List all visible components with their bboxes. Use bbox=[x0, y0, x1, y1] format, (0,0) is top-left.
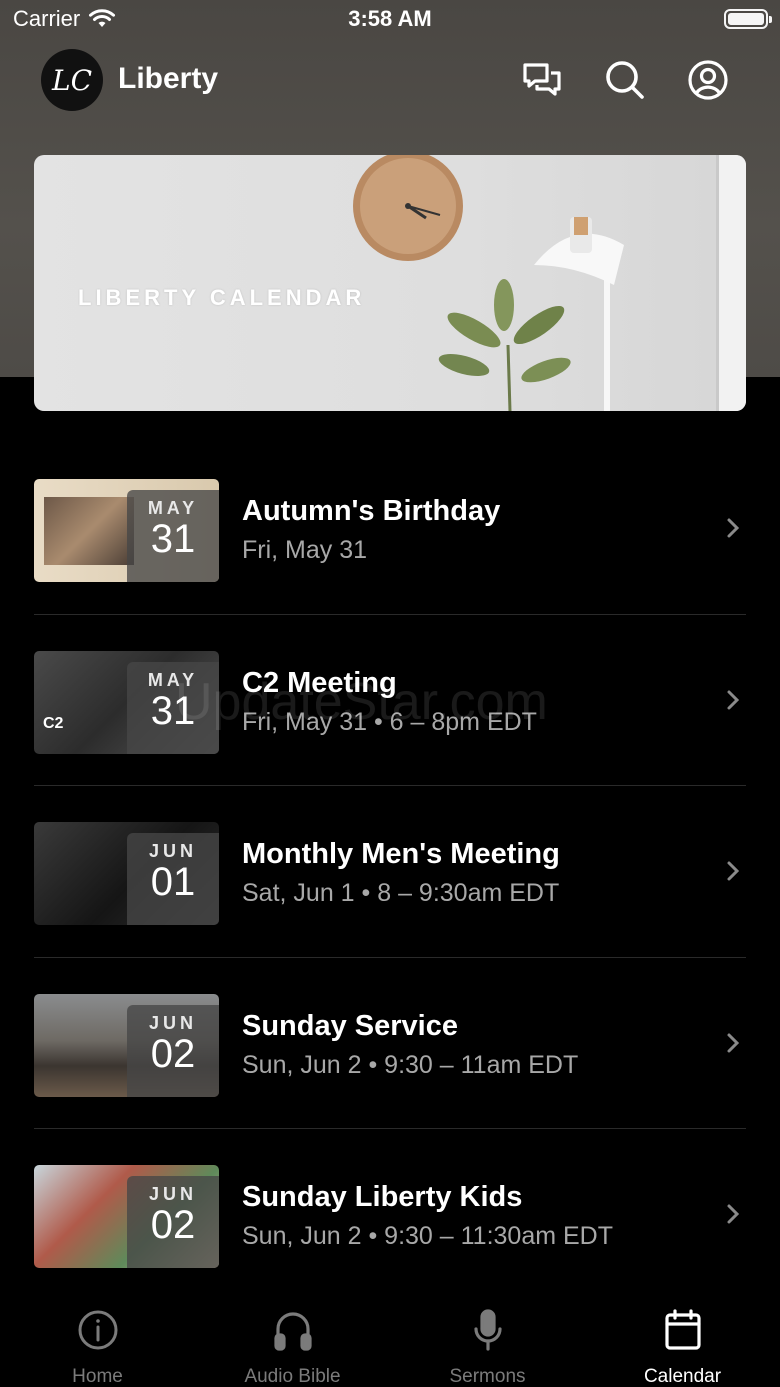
search-icon bbox=[606, 61, 644, 99]
event-title: Monthly Men's Meeting bbox=[242, 838, 560, 870]
event-day: 02 bbox=[150, 1203, 196, 1247]
event-day: 01 bbox=[150, 860, 196, 904]
event-title: C2 Meeting bbox=[242, 666, 397, 699]
events-list: MAY 31 Autumn's Birthday Fri, May 31 C2 … bbox=[34, 443, 746, 1301]
banner-illustration bbox=[353, 155, 746, 411]
event-datetime: Sun, Jun 2 • 9:30 – 11am EDT bbox=[242, 1050, 579, 1079]
chevron-right-icon bbox=[727, 1204, 740, 1224]
microphone-icon bbox=[473, 1309, 502, 1351]
date-badge: JUN 02 bbox=[127, 1004, 219, 1097]
calendar-icon bbox=[664, 1309, 701, 1350]
event-row[interactable]: JUN 02 Sunday Liberty Kids Sun, Jun 2 • … bbox=[34, 1129, 746, 1301]
event-month: JUN bbox=[148, 1184, 197, 1204]
chevron-right-icon bbox=[727, 861, 740, 881]
date-badge: JUN 01 bbox=[127, 833, 219, 925]
tab-label: Calendar bbox=[643, 1366, 722, 1387]
app-title: Liberty bbox=[118, 62, 219, 95]
event-row[interactable]: MAY 31 Autumn's Birthday Fri, May 31 bbox=[34, 443, 746, 615]
tab-sermons[interactable]: Sermons bbox=[390, 1308, 585, 1387]
app-logo[interactable]: LC bbox=[41, 49, 103, 111]
banner-title: LIBERTY CALENDAR bbox=[78, 285, 366, 310]
carrier-label: Carrier bbox=[13, 6, 81, 31]
event-thumbnail: JUN 01 bbox=[34, 822, 219, 925]
tab-label: Audio Bible bbox=[244, 1366, 341, 1387]
date-badge: JUN 02 bbox=[127, 1176, 219, 1268]
event-month: JUN bbox=[148, 841, 197, 861]
search-button[interactable] bbox=[603, 58, 647, 102]
tab-label: Sermons bbox=[449, 1366, 526, 1387]
profile-button[interactable] bbox=[686, 58, 730, 102]
tab-bar: Home Audio Bible Sermons Calendar bbox=[0, 1290, 780, 1387]
event-datetime: Sun, Jun 2 • 9:30 – 11:30am EDT bbox=[242, 1222, 614, 1250]
info-icon bbox=[78, 1310, 117, 1350]
chat-icon bbox=[523, 63, 561, 96]
event-thumbnail: MAY 31 bbox=[34, 479, 219, 582]
event-datetime: Fri, May 31 • 6 – 8pm EDT bbox=[242, 707, 537, 736]
messages-button[interactable] bbox=[520, 58, 564, 102]
tab-calendar[interactable]: Calendar bbox=[585, 1308, 780, 1387]
carrier: Carrier bbox=[13, 6, 116, 32]
event-day: 02 bbox=[150, 1031, 196, 1076]
headphones-icon bbox=[273, 1312, 312, 1351]
event-datetime: Fri, May 31 bbox=[242, 536, 368, 564]
event-month: MAY bbox=[147, 498, 199, 518]
event-title: Sunday Liberty Kids bbox=[242, 1181, 523, 1213]
wifi-icon bbox=[89, 9, 116, 27]
status-time: 3:58 AM bbox=[348, 6, 432, 31]
event-row[interactable]: JUN 01 Monthly Men's Meeting Sat, Jun 1 … bbox=[34, 786, 746, 958]
logo-text: LC bbox=[51, 63, 93, 97]
chevron-right-icon bbox=[727, 1033, 740, 1052]
event-title: Autumn's Birthday bbox=[242, 495, 501, 527]
app-header: LC Liberty bbox=[0, 44, 780, 116]
chevron-right-icon bbox=[727, 518, 740, 538]
tab-home[interactable]: Home bbox=[0, 1308, 195, 1387]
event-month: JUN bbox=[148, 1012, 197, 1033]
event-thumbnail: JUN 02 bbox=[34, 993, 219, 1097]
date-badge: MAY 31 bbox=[127, 490, 219, 582]
status-bar: Carrier 3:58 AM bbox=[0, 0, 780, 40]
tab-label: Home bbox=[72, 1366, 123, 1387]
event-title: Sunday Service bbox=[242, 1009, 458, 1042]
date-badge: MAY 31 bbox=[127, 661, 219, 754]
calendar-banner: LIBERTY CALENDAR bbox=[34, 155, 746, 411]
event-day: 31 bbox=[150, 517, 196, 561]
event-row[interactable]: JUN 02 Sunday Service Sun, Jun 2 • 9:30 … bbox=[34, 958, 746, 1129]
chevron-right-icon bbox=[727, 690, 740, 709]
event-day: 31 bbox=[150, 688, 196, 733]
tab-audio-bible[interactable]: Audio Bible bbox=[195, 1308, 390, 1387]
event-row[interactable]: C2 MAY 31 C2 Meeting Fri, May 31 • 6 – 8… bbox=[34, 615, 746, 786]
event-thumbnail: JUN 02 bbox=[34, 1165, 219, 1268]
event-month: MAY bbox=[147, 669, 199, 690]
event-datetime: Sat, Jun 1 • 8 – 9:30am EDT bbox=[242, 879, 560, 907]
user-icon bbox=[688, 60, 728, 100]
event-thumbnail: C2 MAY 31 bbox=[34, 650, 219, 754]
battery-icon bbox=[724, 9, 772, 29]
